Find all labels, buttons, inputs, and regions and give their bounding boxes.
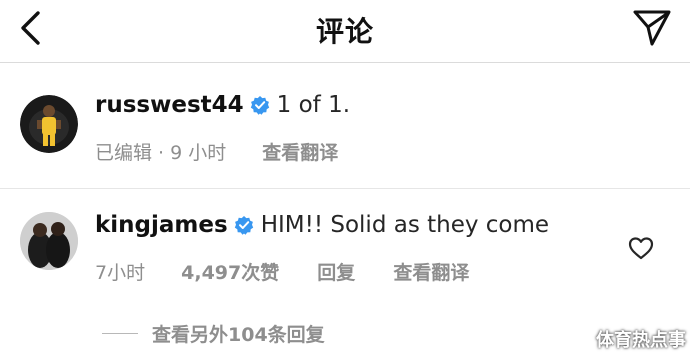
heart-icon [628,237,654,260]
verified-badge-icon [234,216,253,235]
comment-username[interactable]: russwest44 [95,92,244,118]
avatar[interactable] [20,95,78,153]
paper-plane-icon [633,10,671,46]
verified-badge-icon [250,96,269,115]
comment-meta-row: 7小时 4,497次赞 回复 查看翻译 [95,258,469,285]
header-bar: 评论 [0,0,690,63]
comment-time: 7小时 [95,262,146,284]
page-title: 评论 [315,15,374,48]
more-replies-label: 查看另外104条回复 [152,324,325,346]
watermark-logo: 体育热点事 [596,330,686,351]
comment-meta: 已编辑 · 9 小时 [95,142,227,164]
like-button[interactable] [628,236,654,260]
comment-username[interactable]: kingjames [95,212,228,238]
divider [0,188,690,189]
view-more-replies[interactable]: 查看另外104条回复 [102,320,325,347]
likes-count[interactable]: 4,497次赞 [181,258,279,285]
avatar[interactable] [20,212,78,270]
reply-button[interactable]: 回复 [317,258,355,285]
translate-link[interactable]: 查看翻译 [393,258,469,285]
translate-link[interactable]: 查看翻译 [262,138,338,165]
comment-text: HIM!! Solid as they come [260,212,550,238]
comment-meta-row: 已编辑 · 9 小时 查看翻译 [95,138,338,165]
comment-line: kingjames HIM!! Solid as they come [95,212,549,238]
comment-line: russwest44 1 of 1. [95,92,350,118]
comment-text: 1 of 1. [276,92,351,118]
reply-thread-line [102,333,138,334]
share-button[interactable] [630,6,674,50]
